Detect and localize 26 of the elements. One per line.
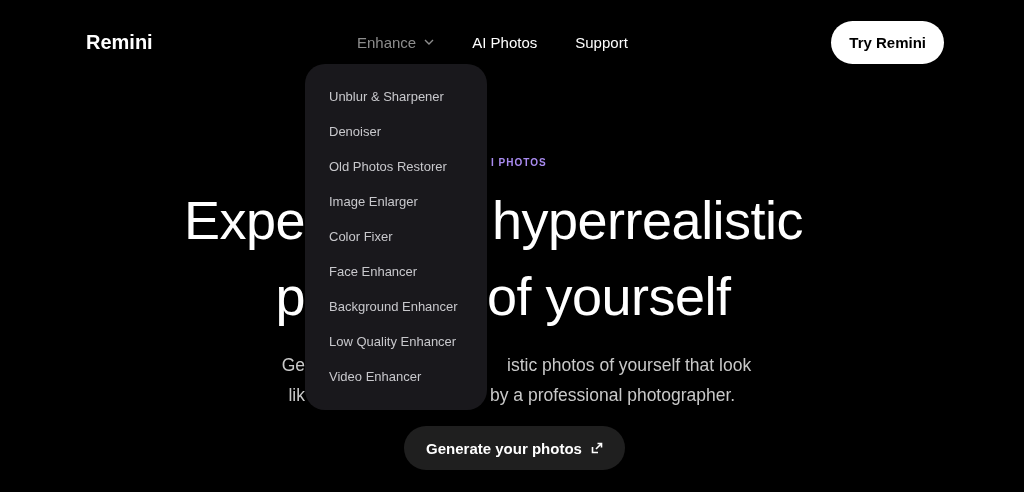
headline-text: p [275, 265, 305, 327]
menu-item[interactable]: Color Fixer [329, 227, 487, 262]
try-button[interactable]: Try Remini [831, 20, 944, 64]
menu-item[interactable]: Face Enhancer [329, 262, 487, 297]
menu-item[interactable]: Video Enhancer [329, 367, 487, 402]
menu-item[interactable]: Low Quality Enhancer [329, 332, 487, 367]
brand-logo[interactable]: Remini [86, 30, 357, 54]
menu-item[interactable]: Unblur & Sharpener [329, 87, 487, 122]
headline-text: hyperrealistic [492, 189, 804, 251]
menu-item[interactable]: Image Enlarger [329, 192, 487, 227]
headline-text: Expe [183, 189, 305, 251]
subtitle-text: by a professional photographer. [490, 384, 736, 406]
menu-item[interactable]: Denoiser [329, 122, 487, 157]
headline-text: of yourself [487, 265, 731, 327]
subtitle-text: istic photos of yourself that look [507, 354, 752, 376]
menu-item[interactable]: Old Photos Restorer [329, 157, 487, 192]
section-label: I PHOTOS [491, 156, 547, 168]
subtitle-text: lik [288, 384, 305, 406]
chevron-icon [424, 39, 435, 45]
enhance-menu-link[interactable]: Enhance [357, 33, 435, 51]
menu-item[interactable]: Background Enhancer [329, 297, 487, 332]
nav-link[interactable]: Support [575, 33, 628, 51]
external-link-icon [590, 442, 603, 454]
generate-button[interactable]: Generate your photos [404, 426, 625, 470]
subtitle-text: Ge [281, 354, 305, 376]
nav-link[interactable]: AI Photos [472, 33, 538, 51]
